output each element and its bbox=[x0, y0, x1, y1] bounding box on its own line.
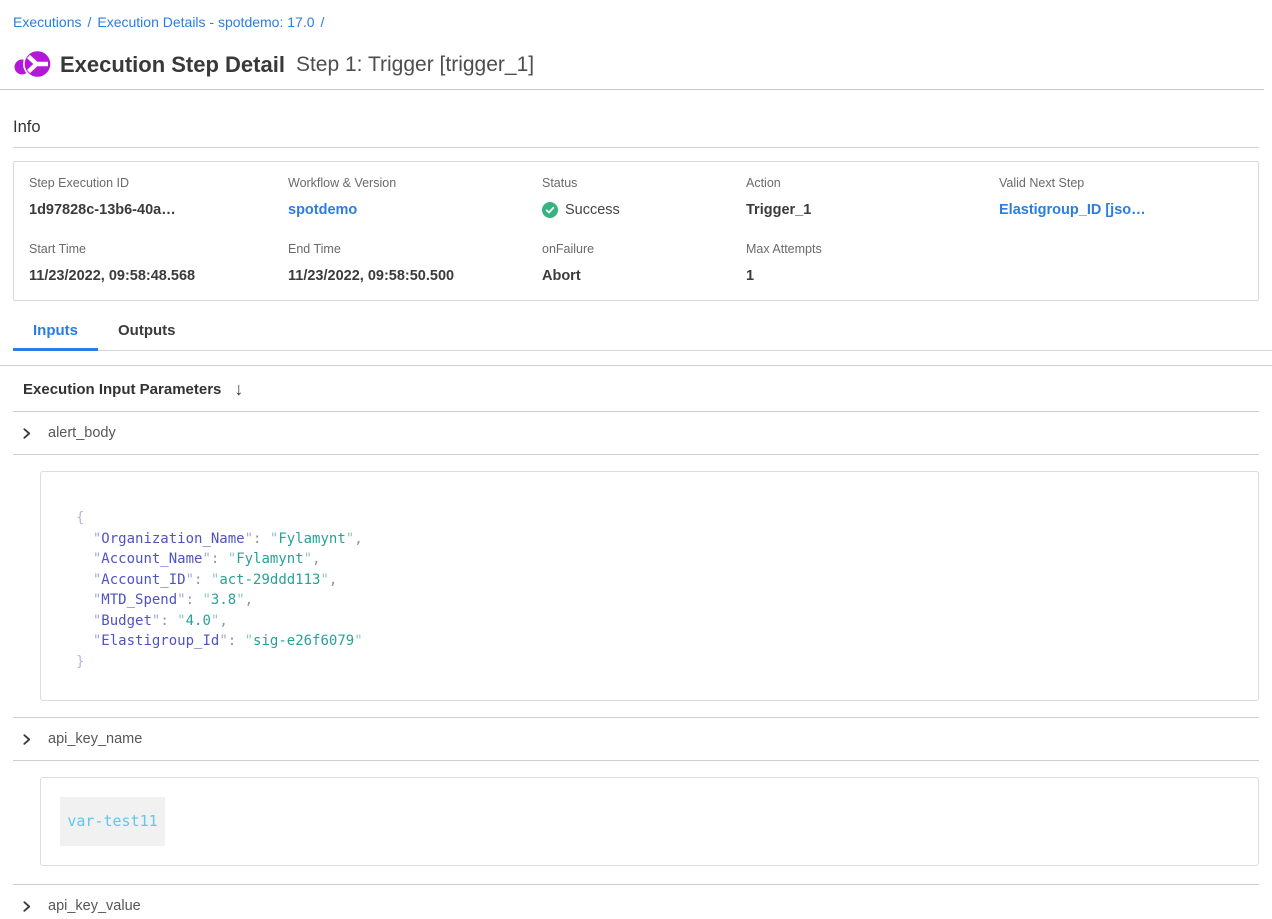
info-field-value: 1d97828c-13b6-40a… bbox=[29, 201, 288, 219]
info-field-value: 11/23/2022, 09:58:50.500 bbox=[288, 267, 542, 285]
info-field: Start Time 11/23/2022, 09:58:48.568 bbox=[29, 242, 288, 308]
tab-bar: InputsOutputs bbox=[13, 316, 1272, 351]
info-field: Max Attempts 1 bbox=[746, 242, 999, 308]
info-field-value: 11/23/2022, 09:58:48.568 bbox=[29, 267, 288, 285]
tab-inputs[interactable]: Inputs bbox=[13, 316, 98, 351]
info-field-label: Workflow & Version bbox=[288, 176, 542, 191]
alert-body-value-box: { "Organization_Name": "Fylamynt", "Acco… bbox=[40, 471, 1259, 701]
workflow-brand-icon bbox=[13, 48, 51, 82]
param-label: api_key_name bbox=[48, 731, 142, 747]
params-heading: Execution Input Parameters bbox=[23, 381, 221, 398]
api-key-name-value-box: var-test11 bbox=[40, 777, 1259, 866]
page-subtitle: Step 1: Trigger [trigger_1] bbox=[296, 53, 534, 77]
info-field: End Time 11/23/2022, 09:58:50.500 bbox=[288, 242, 542, 308]
breadcrumb-link[interactable]: Executions bbox=[13, 14, 81, 30]
header-divider bbox=[0, 89, 1264, 90]
param-label: alert_body bbox=[48, 425, 116, 441]
info-field-value-link[interactable]: spotdemo bbox=[288, 201, 542, 219]
info-field-value: 1 bbox=[746, 267, 999, 285]
info-field-label: Valid Next Step bbox=[999, 176, 1258, 191]
status-text: Success bbox=[565, 201, 620, 219]
info-divider bbox=[13, 147, 1259, 148]
info-field-value-link[interactable]: Elastigroup_ID [jso… bbox=[999, 201, 1258, 219]
check-circle-icon bbox=[542, 202, 558, 218]
info-field-label: Action bbox=[746, 176, 999, 191]
breadcrumb: Executions / Execution Details - spotdemo:… bbox=[0, 0, 1272, 31]
info-field-label: onFailure bbox=[542, 242, 746, 257]
param-row-api-key-name[interactable]: api_key_name bbox=[13, 718, 1259, 760]
info-heading: Info bbox=[13, 117, 1259, 137]
info-field-label: Step Execution ID bbox=[29, 176, 288, 191]
chevron-right-icon[interactable] bbox=[20, 427, 33, 440]
param-row-api-key-value[interactable]: api_key_value bbox=[13, 885, 1259, 919]
info-field-label: Status bbox=[542, 176, 746, 191]
page-header: Execution Step Detail Step 1: Trigger [t… bbox=[13, 46, 1259, 84]
info-field-label: Max Attempts bbox=[746, 242, 999, 257]
breadcrumb-link[interactable]: Execution Details - spotdemo: 17.0 bbox=[97, 14, 314, 30]
info-field-label: Start Time bbox=[29, 242, 288, 257]
execution-input-parameters-header[interactable]: Execution Input Parameters ↓ bbox=[13, 366, 1259, 411]
param-row-alert-body[interactable]: alert_body bbox=[13, 412, 1259, 454]
chevron-right-icon[interactable] bbox=[20, 733, 33, 746]
tab-outputs[interactable]: Outputs bbox=[98, 316, 196, 351]
api-key-name-value: var-test11 bbox=[60, 797, 165, 846]
info-field: Action Trigger_1 bbox=[746, 176, 999, 242]
json-code-block: { "Organization_Name": "Fylamynt", "Acco… bbox=[41, 472, 1258, 672]
info-field: Status Success bbox=[542, 176, 746, 242]
arrow-down-icon[interactable]: ↓ bbox=[234, 380, 243, 398]
chevron-right-icon[interactable] bbox=[20, 900, 33, 913]
info-field-value: Trigger_1 bbox=[746, 201, 999, 219]
info-field bbox=[999, 242, 1258, 308]
breadcrumb-separator: / bbox=[321, 14, 325, 30]
info-field-label: End Time bbox=[288, 242, 542, 257]
param-label: api_key_value bbox=[48, 898, 141, 914]
breadcrumb-separator: / bbox=[87, 14, 91, 30]
divider bbox=[13, 760, 1259, 761]
page-title: Execution Step Detail bbox=[60, 52, 285, 78]
info-field-value: Abort bbox=[542, 267, 746, 285]
execution-step-detail-page: Executions / Execution Details - spotdemo:… bbox=[0, 0, 1272, 919]
info-field-value: Success bbox=[542, 201, 746, 219]
info-field: Step Execution ID 1d97828c-13b6-40a… bbox=[29, 176, 288, 242]
divider bbox=[13, 454, 1259, 455]
info-field: Valid Next Step Elastigroup_ID [jso… bbox=[999, 176, 1258, 242]
info-card: Step Execution ID 1d97828c-13b6-40a…Workf… bbox=[13, 161, 1259, 301]
info-field: onFailure Abort bbox=[542, 242, 746, 308]
info-field: Workflow & Version spotdemo bbox=[288, 176, 542, 242]
